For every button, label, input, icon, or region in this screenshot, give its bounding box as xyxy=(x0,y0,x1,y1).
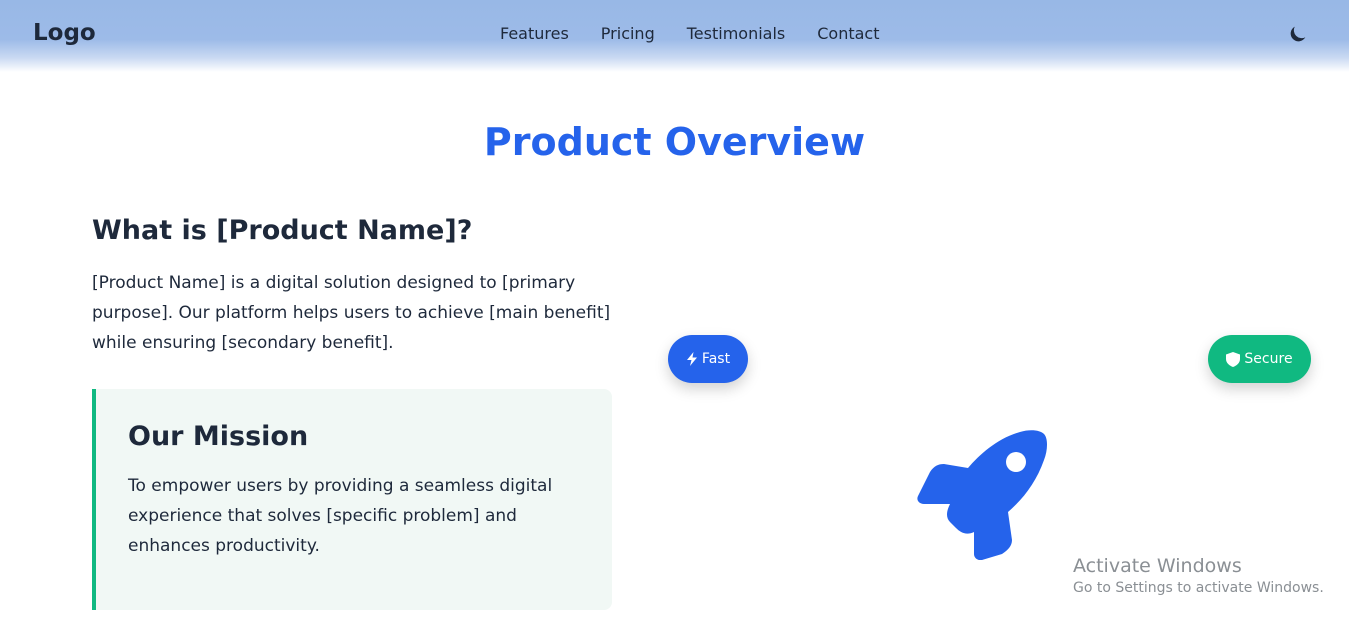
secure-badge-label: Secure xyxy=(1244,351,1293,367)
nav-link-contact[interactable]: Contact xyxy=(817,24,879,43)
shield-icon xyxy=(1226,351,1241,367)
page-title: Product Overview xyxy=(483,120,866,164)
windows-activation-watermark: Activate Windows Go to Settings to activ… xyxy=(1073,555,1324,599)
logo[interactable]: Logo xyxy=(33,20,96,46)
bolt-icon xyxy=(686,352,697,366)
watermark-title: Activate Windows xyxy=(1073,555,1242,577)
secure-badge: Secure xyxy=(1208,335,1311,383)
rocket-icon xyxy=(917,430,1047,560)
moon-icon xyxy=(1290,26,1306,42)
what-is-description: [Product Name] is a digital solution des… xyxy=(92,273,611,353)
fast-badge: Fast xyxy=(668,335,748,383)
nav-link-testimonials[interactable]: Testimonials xyxy=(687,24,786,43)
theme-toggle-button[interactable] xyxy=(1287,23,1309,45)
mission-heading: Our Mission xyxy=(128,421,309,452)
navbar: Logo Features Pricing Testimonials Conta… xyxy=(0,0,1349,72)
fast-badge-label: Fast xyxy=(701,351,731,367)
mission-text: To empower users by providing a seamless… xyxy=(128,476,553,556)
nav-link-pricing[interactable]: Pricing xyxy=(601,24,655,43)
nav-links: Features Pricing Testimonials Contact xyxy=(500,24,879,43)
nav-link-features[interactable]: Features xyxy=(500,24,569,43)
watermark-subtitle: Go to Settings to activate Windows. xyxy=(1073,580,1324,596)
what-is-heading: What is [Product Name]? xyxy=(92,215,473,246)
mission-card: Our Mission To empower users by providin… xyxy=(92,389,612,610)
